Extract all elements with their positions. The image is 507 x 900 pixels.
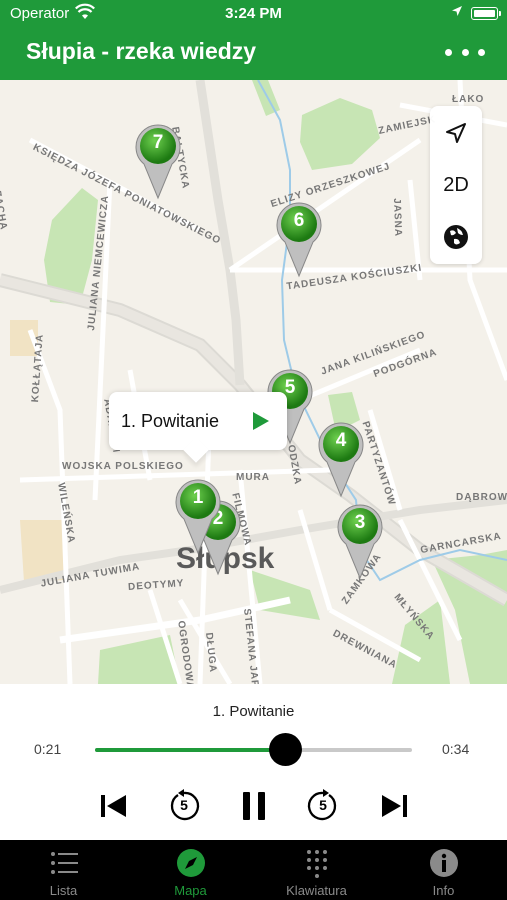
location-arrow-icon: [446, 123, 466, 143]
tab-klawiatura[interactable]: Klawiatura: [253, 840, 380, 900]
dot-icon: [461, 48, 469, 56]
battery-tip: [499, 11, 501, 16]
play-icon[interactable]: [249, 410, 271, 432]
tab-lista[interactable]: Lista: [0, 840, 127, 900]
list-icon: [51, 852, 78, 874]
street-label: MURA: [236, 472, 270, 483]
previous-track-button[interactable]: [96, 788, 132, 824]
total-time: 0:34: [442, 741, 470, 757]
pin-number: 7: [152, 132, 164, 153]
status-bar: Operator 3:24 PM: [0, 0, 507, 28]
street-label: ŁAKO: [452, 94, 485, 105]
street-label: DĄBROWK: [456, 492, 507, 503]
forward-seconds: 5: [319, 797, 327, 813]
dot-icon: [445, 48, 452, 56]
forward-5-button[interactable]: 5: [305, 788, 341, 824]
callout-label: 1. Powitanie: [121, 411, 220, 431]
more-options-button[interactable]: [445, 40, 485, 64]
app-header: Operator 3:24 PM Słupia - rzeka wiedzy: [0, 0, 507, 80]
page-title: Słupia - rzeka wiedzy: [26, 38, 257, 64]
tab-label: Info: [432, 883, 455, 898]
map-type-button[interactable]: [430, 212, 482, 262]
tab-label: Lista: [49, 883, 78, 898]
clock: 3:24 PM: [225, 5, 282, 22]
map-view[interactable]: BAŁTYCKA ZAMIEJSK ŁAKO KSIĘDZA JÓZEFA PO…: [0, 80, 507, 684]
pin-number: 1: [192, 487, 204, 508]
map-pin-1[interactable]: 1: [172, 475, 224, 555]
map-pin-7[interactable]: 7: [132, 120, 184, 200]
tab-mapa[interactable]: Mapa: [127, 840, 254, 900]
info-icon: [430, 849, 458, 877]
street-label: JASNA: [391, 198, 404, 238]
pin-number: 4: [335, 430, 347, 451]
street-label: WOJSKA POLSKIEGO: [62, 461, 184, 472]
elapsed-time: 0:21: [34, 741, 62, 757]
pin-number: 3: [354, 512, 366, 533]
seek-progress-fill: [95, 748, 286, 752]
keypad-icon: [307, 850, 327, 878]
battery-icon: [471, 7, 498, 20]
seek-slider[interactable]: [95, 733, 412, 766]
user-location-button[interactable]: [430, 108, 482, 158]
globe-icon: [444, 225, 468, 249]
toggle-2d-button[interactable]: 2D: [430, 160, 482, 210]
map-pin-3[interactable]: 3: [334, 500, 386, 580]
rewind-seconds: 5: [180, 797, 188, 813]
dot-icon: [478, 48, 485, 56]
tab-label: Mapa: [174, 883, 207, 898]
next-track-button[interactable]: [376, 788, 412, 824]
seek-thumb[interactable]: [269, 733, 303, 766]
pin-number: 6: [293, 210, 305, 231]
map-controls: 2D: [430, 106, 482, 264]
compass-icon: [177, 849, 205, 877]
pause-button[interactable]: [236, 788, 272, 824]
location-arrow-icon: [452, 6, 462, 16]
audio-player: 1. Powitanie 0:21 0:34 5 5: [0, 684, 507, 840]
pin-callout[interactable]: 1. Powitanie: [109, 392, 287, 450]
map-pin-6[interactable]: 6: [273, 198, 325, 278]
rewind-5-button[interactable]: 5: [166, 788, 202, 824]
tab-bar: Lista Mapa Klawiatura Info: [0, 840, 507, 900]
tab-label: Klawiatura: [286, 883, 347, 898]
tab-info[interactable]: Info: [380, 840, 507, 900]
map-pin-4[interactable]: 4: [315, 418, 367, 498]
track-title: 1. Powitanie: [212, 703, 295, 720]
